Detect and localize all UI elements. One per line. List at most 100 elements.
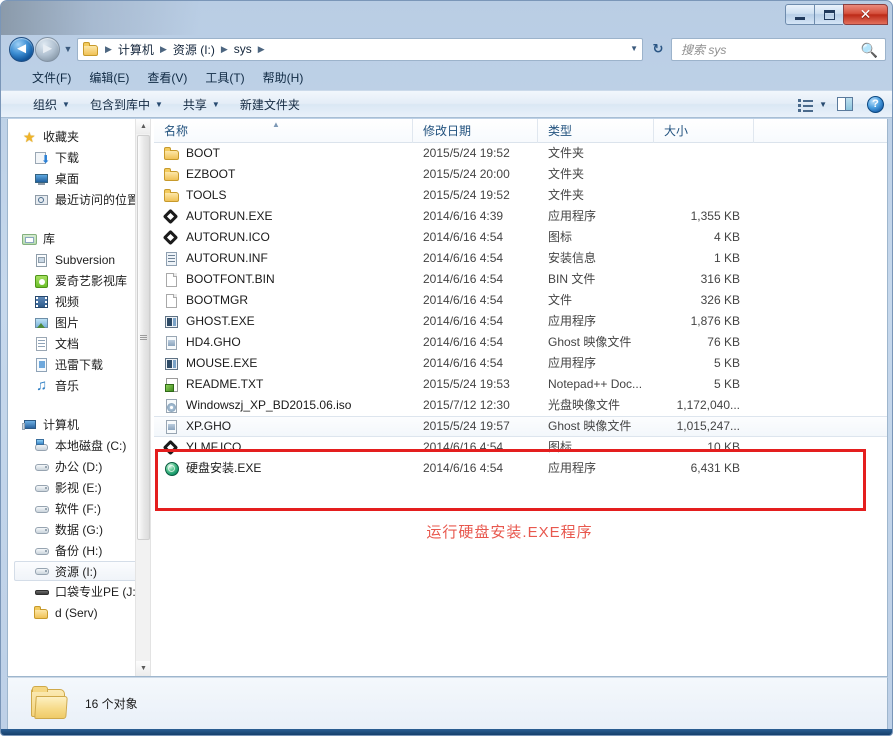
preview-pane-icon[interactable]	[837, 97, 853, 111]
breadcrumb-separator[interactable]: ▶	[217, 44, 232, 55]
menu-tools[interactable]: 工具(T)	[196, 67, 253, 88]
table-row[interactable]: Windowszj_XP_BD2015.06.iso2015/7/12 12:3…	[154, 395, 887, 416]
file-name-cell[interactable]: YLMF.ICO	[154, 437, 413, 458]
table-row[interactable]: BOOTMGR2014/6/16 4:54文件326 KB	[154, 290, 887, 311]
sidebar-item-favorites[interactable]: ★ 收藏夹	[8, 126, 150, 147]
sidebar-item-downloads[interactable]: ⬇ 下载	[8, 147, 150, 168]
search-input[interactable]: 搜索 sys	[672, 41, 726, 58]
file-name-cell[interactable]: XP.GHO	[154, 416, 413, 437]
sidebar-item-documents[interactable]: 文档	[8, 333, 150, 354]
sidebar-item-music[interactable]: ♫ 音乐	[8, 375, 150, 396]
help-icon[interactable]: ?	[867, 96, 884, 113]
sidebar-item-videos[interactable]: 视频	[8, 291, 150, 312]
view-dropdown-icon[interactable]: ▼	[815, 100, 835, 109]
sidebar-item-libraries[interactable]: 库	[8, 228, 150, 249]
close-button[interactable]: ✕	[843, 4, 888, 25]
refresh-button[interactable]: ↻	[645, 38, 671, 61]
navigation-pane[interactable]: ★ 收藏夹 ⬇ 下载 桌面	[8, 119, 150, 676]
sidebar-item-drive-h[interactable]: 备份 (H:)	[8, 540, 150, 561]
sidebar-item-drive-i[interactable]: 资源 (I:)	[14, 561, 147, 581]
sidebar-item-subversion[interactable]: Subversion	[8, 249, 150, 270]
column-header-type[interactable]: 类型	[538, 119, 654, 143]
file-name-cell[interactable]: BOOTFONT.BIN	[154, 269, 413, 290]
search-box[interactable]: 搜索 sys 🔍	[671, 38, 886, 61]
menu-help[interactable]: 帮助(H)	[254, 67, 313, 88]
table-row[interactable]: 硬盘安装.EXE2014/6/16 4:54应用程序6,431 KB	[154, 458, 887, 479]
address-dropdown-icon[interactable]: ▼	[630, 44, 638, 53]
sidebar-item-serv-folder[interactable]: d (Serv)	[8, 602, 150, 623]
table-row[interactable]: AUTORUN.ICO2014/6/16 4:54图标4 KB	[154, 227, 887, 248]
table-row[interactable]: HD4.GHO2014/6/16 4:54Ghost 映像文件76 KB	[154, 332, 887, 353]
file-name-cell[interactable]: BOOTMGR	[154, 290, 413, 311]
sidebar-item-computer[interactable]: 计算机	[8, 414, 150, 435]
file-name-cell[interactable]: AUTORUN.ICO	[154, 227, 413, 248]
scroll-up-button[interactable]: ▲	[136, 119, 150, 134]
sidebar-item-drive-j[interactable]: 口袋专业PE (J:)	[8, 581, 150, 602]
table-row[interactable]: EZBOOT2015/5/24 20:00文件夹	[154, 164, 887, 185]
address-bar[interactable]: ▶ 计算机 ▶ 资源 (I:) ▶ sys ▶ ▼	[77, 38, 643, 61]
sidebar-item-thunder-download[interactable]: 迅雷下载	[8, 354, 150, 375]
sidebar-item-desktop[interactable]: 桌面	[8, 168, 150, 189]
file-name-cell[interactable]: EZBOOT	[154, 164, 413, 185]
new-folder-button[interactable]: 新建文件夹	[230, 93, 310, 116]
file-name-cell[interactable]: BOOT	[154, 143, 413, 164]
table-row[interactable]: AUTORUN.INF2014/6/16 4:54安装信息1 KB	[154, 248, 887, 269]
breadcrumb-sys[interactable]: sys	[232, 42, 254, 56]
table-row[interactable]: BOOT2015/5/24 19:52文件夹	[154, 143, 887, 164]
table-row[interactable]: MOUSE.EXE2014/6/16 4:54应用程序5 KB	[154, 353, 887, 374]
file-name-cell[interactable]: Windowszj_XP_BD2015.06.iso	[154, 395, 413, 416]
sidebar-item-iqiyi[interactable]: 爱奇艺影视库	[8, 270, 150, 291]
menu-view[interactable]: 查看(V)	[138, 67, 196, 88]
file-name-cell[interactable]: AUTORUN.INF	[154, 248, 413, 269]
column-header-date[interactable]: 修改日期	[413, 119, 538, 143]
documents-icon	[34, 336, 50, 352]
sidebar-item-drive-d[interactable]: 办公 (D:)	[8, 456, 150, 477]
sidebar-item-recent-places[interactable]: 最近访问的位置	[8, 189, 150, 210]
breadcrumb-computer[interactable]: 计算机	[116, 41, 156, 58]
file-name-cell[interactable]: HD4.GHO	[154, 332, 413, 353]
file-type-cell: Notepad++ Doc...	[538, 374, 654, 395]
column-header-name[interactable]: 名称	[154, 119, 413, 143]
file-name-cell[interactable]: 硬盘安装.EXE	[154, 458, 413, 479]
sidebar-scroll-thumb[interactable]	[137, 135, 150, 540]
breadcrumb-drive[interactable]: 资源 (I:)	[171, 41, 217, 58]
file-name-cell[interactable]: README.TXT	[154, 374, 413, 395]
file-name-cell[interactable]: GHOST.EXE	[154, 311, 413, 332]
breadcrumb-separator[interactable]: ▶	[156, 44, 171, 55]
menu-file[interactable]: 文件(F)	[23, 67, 80, 88]
back-button[interactable]: ◄	[9, 37, 34, 62]
file-name-cell[interactable]: MOUSE.EXE	[154, 353, 413, 374]
table-row[interactable]: BOOTFONT.BIN2014/6/16 4:54BIN 文件316 KB	[154, 269, 887, 290]
table-row[interactable]: TOOLS2015/5/24 19:52文件夹	[154, 185, 887, 206]
sidebar-label: 计算机	[43, 416, 79, 433]
column-header-size[interactable]: 大小	[654, 119, 754, 143]
table-row[interactable]: XP.GHO2015/5/24 19:57Ghost 映像文件1,015,247…	[154, 416, 887, 437]
breadcrumb-separator[interactable]: ▶	[254, 44, 269, 55]
file-name-cell[interactable]: AUTORUN.EXE	[154, 206, 413, 227]
table-row[interactable]: AUTORUN.EXE2014/6/16 4:39应用程序1,355 KB	[154, 206, 887, 227]
drive-icon	[34, 459, 50, 475]
maximize-button[interactable]	[814, 4, 843, 25]
share-button[interactable]: 共享 ▼	[173, 93, 230, 116]
file-name-cell[interactable]: TOOLS	[154, 185, 413, 206]
sidebar-item-drive-f[interactable]: 软件 (F:)	[8, 498, 150, 519]
sidebar-item-pictures[interactable]: 图片	[8, 312, 150, 333]
sidebar-item-drive-e[interactable]: 影视 (E:)	[8, 477, 150, 498]
table-row[interactable]: GHOST.EXE2014/6/16 4:54应用程序1,876 KB	[154, 311, 887, 332]
change-view-icon[interactable]	[798, 98, 813, 111]
chevron-down-icon: ▼	[212, 100, 220, 109]
table-row[interactable]: YLMF.ICO2014/6/16 4:54图标10 KB	[154, 437, 887, 458]
sidebar-item-drive-g[interactable]: 数据 (G:)	[8, 519, 150, 540]
forward-button[interactable]: ►	[35, 37, 60, 62]
include-in-library-button[interactable]: 包含到库中 ▼	[80, 93, 173, 116]
minimize-button[interactable]	[785, 4, 814, 25]
breadcrumb-separator[interactable]: ▶	[101, 44, 116, 55]
menu-edit[interactable]: 编辑(E)	[80, 67, 138, 88]
scroll-down-button[interactable]: ▼	[136, 661, 150, 676]
table-row[interactable]: README.TXT2015/5/24 19:53Notepad++ Doc..…	[154, 374, 887, 395]
sidebar-item-local-disk-c[interactable]: 本地磁盘 (C:)	[8, 435, 150, 456]
history-dropdown-button[interactable]: ▼	[60, 44, 76, 54]
sidebar-scrollbar[interactable]: ▲ ▼	[135, 119, 150, 676]
file-list-pane[interactable]: 名称 修改日期 类型 大小 ▲ BOOT2015/5/24 19:52文件夹EZ…	[154, 119, 887, 676]
organize-button[interactable]: 组织 ▼	[23, 93, 80, 116]
